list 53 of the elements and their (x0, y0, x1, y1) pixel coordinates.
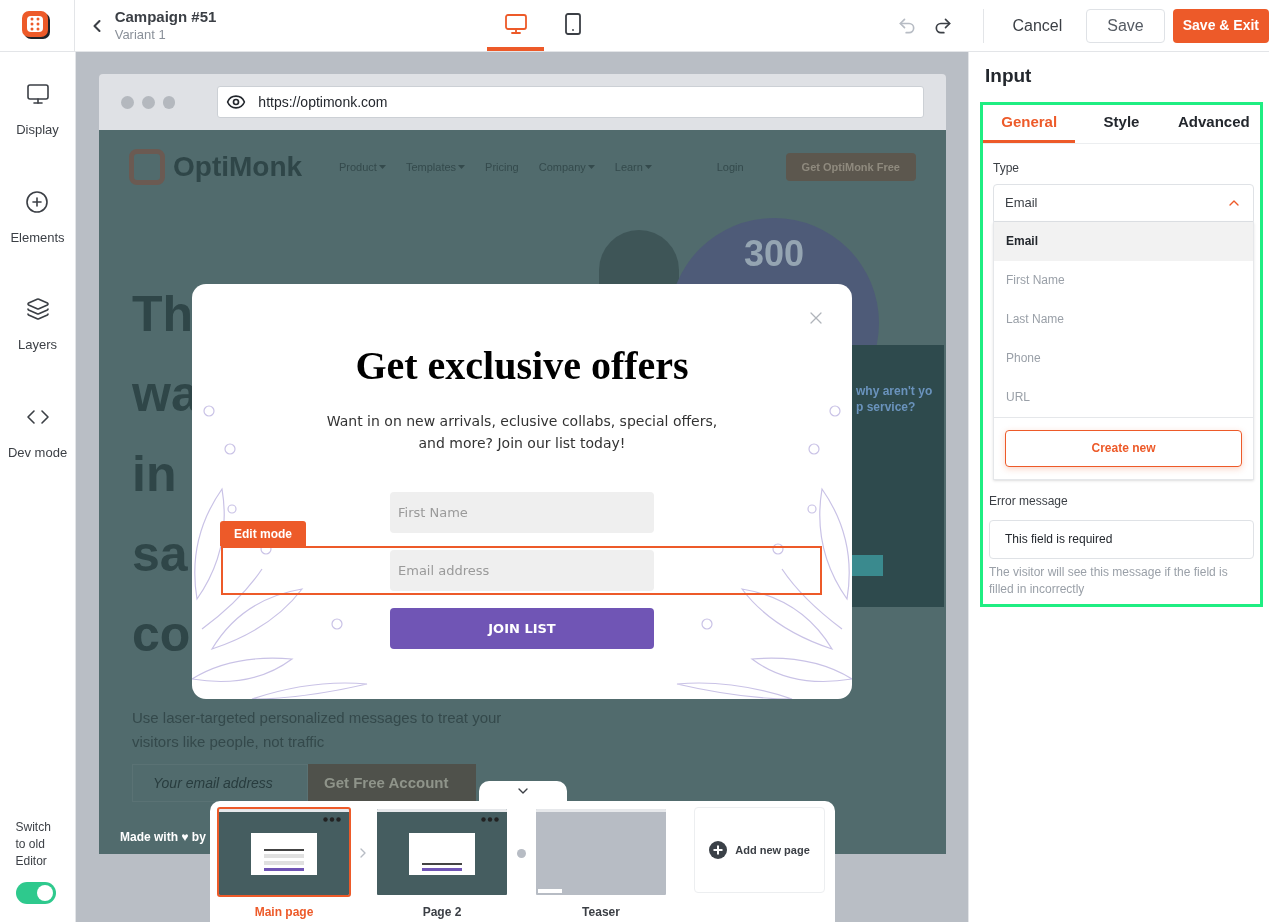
dropdown-option[interactable]: Phone (994, 338, 1253, 378)
add-page-button[interactable]: Add new page (694, 807, 825, 893)
save-exit-button[interactable]: Save & Exit (1172, 8, 1269, 43)
page-card[interactable]: Teaser (534, 807, 668, 921)
error-message-label: Error message (989, 492, 1069, 510)
page-card[interactable]: Page 2 (375, 807, 509, 921)
monitor-icon (503, 11, 528, 36)
more-icon[interactable] (323, 817, 341, 822)
panel-title: Input (984, 64, 1033, 88)
url-text: https://optimonk.com (258, 92, 388, 112)
save-button[interactable]: Save (1086, 8, 1165, 43)
error-message-field[interactable]: This field is required (989, 519, 1254, 559)
join-list-button[interactable]: JOIN LIST (390, 608, 654, 649)
panel-tab[interactable]: General (983, 104, 1076, 143)
variant-name: Variant 1 (114, 26, 167, 43)
plus-circle-icon (25, 189, 50, 214)
panel-tab[interactable]: Style (1075, 104, 1168, 143)
layers-icon (25, 297, 50, 321)
cancel-button[interactable]: Cancel (996, 8, 1079, 43)
panel-tab[interactable]: Advanced (1167, 104, 1260, 143)
website-submit-button[interactable]: Get Free Account (308, 764, 476, 802)
popup-input-field[interactable]: Email address (390, 550, 654, 591)
popup-input-field[interactable]: First Name (390, 492, 654, 533)
monitor-icon (25, 82, 50, 106)
sidebar-item[interactable]: Dev mode (7, 404, 68, 462)
sidebar-item[interactable]: Elements (10, 189, 65, 247)
panel-heading-text: p service? (856, 399, 916, 415)
campaign-title: Campaign #51 (114, 8, 217, 27)
create-new-button[interactable]: Create new (1005, 429, 1242, 467)
logo-icon[interactable] (20, 9, 53, 42)
more-icon[interactable] (481, 817, 499, 822)
dropdown-option[interactable]: URL (994, 377, 1253, 417)
popup-text: Want in on new arrivals, eclusive collabs, special offers, and more? Join our list today! (325, 412, 719, 453)
toggle-switch[interactable] (15, 882, 56, 904)
sidebar-item[interactable]: Display (16, 82, 59, 140)
popup-title: Get exclusive offers (355, 342, 689, 390)
dropdown-option[interactable]: First Name (994, 260, 1253, 300)
dropdown-option[interactable]: Last Name (994, 299, 1253, 339)
switch-label: Switch to old Editor (15, 819, 52, 870)
type-label: Type (992, 159, 1020, 177)
made-with-text: Made with ♥ by (120, 829, 206, 846)
panel-heading-text: why aren't yo (856, 383, 933, 399)
help-text: The visitor will see this message if the field is filled in incorrectly (989, 563, 1229, 598)
type-select[interactable]: Email (993, 183, 1254, 222)
redo-icon[interactable] (933, 15, 954, 36)
eye-icon (226, 92, 247, 112)
logo-icon (129, 149, 165, 185)
dropdown-option[interactable]: Email (994, 221, 1253, 261)
statistic-number: 300 (743, 234, 805, 276)
collapse-tab[interactable] (478, 781, 567, 801)
plus-circle-icon (709, 841, 728, 859)
edit-mode-tag: Edit mode (220, 521, 306, 546)
sidebar-item[interactable]: Layers (18, 297, 57, 355)
